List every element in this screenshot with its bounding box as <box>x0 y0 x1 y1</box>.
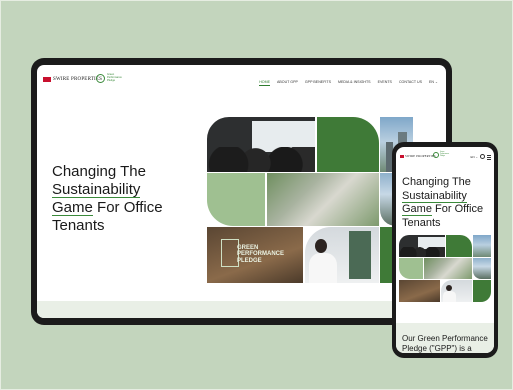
headline-line: Changing The <box>52 163 146 180</box>
swire-logo-icon <box>400 154 404 158</box>
nav-menu: HOME ABOUT GPP GPP BENEFITS MEDIA & INSI… <box>259 80 438 86</box>
hero-headline: Changing The Sustainability Game For Off… <box>52 163 192 235</box>
gpp-leaf-icon <box>96 74 105 83</box>
language-selector[interactable]: EN ⌄ <box>470 155 478 159</box>
nav-events[interactable]: EVENTS <box>378 80 392 84</box>
footer-band <box>37 301 446 318</box>
pledge-sign-photo: GREEN PERFORMANCE PLEDGE <box>207 227 303 283</box>
tablet-screen: SWIRE PROPERTIES Green Performance Pledg… <box>37 65 446 318</box>
nav-home[interactable]: HOME <box>259 80 270 86</box>
gpp-logo[interactable]: Green Performance Pledge <box>96 74 122 83</box>
tower-photo <box>473 258 491 279</box>
nav-gpp-benefits[interactable]: GPP BENEFITS <box>305 80 331 84</box>
hero-headline: Changing The Sustainability Game For Off… <box>402 176 492 230</box>
swire-logo[interactable]: SWIRE PROPERTIES <box>43 77 102 82</box>
language-selector[interactable]: EN ⌄ <box>429 80 438 84</box>
top-navigation: SWIRE PROPERTIES Green Performance Pledg… <box>37 65 446 95</box>
headline-line: Sustainability <box>402 189 467 203</box>
search-icon[interactable] <box>480 154 485 159</box>
hero-image-collage: GREEN PERFORMANCE PLEDGE <box>207 117 413 283</box>
gpp-leaf-icon <box>433 152 439 158</box>
phone-navigation: SWIRE PROPERTIES Green Performance Pledg… <box>396 147 494 161</box>
tablet-device: SWIRE PROPERTIES Green Performance Pledg… <box>31 58 452 325</box>
light-green-shape <box>207 173 265 226</box>
technician-photo <box>441 280 472 302</box>
headline-line: Sustainability <box>52 181 141 198</box>
conference-photo <box>399 235 445 257</box>
nav-contact-us[interactable]: CONTACT US <box>399 80 422 84</box>
green-shape <box>317 117 379 172</box>
gpp-logo-line: Pledge <box>107 78 116 82</box>
headline-line: For Office <box>92 199 163 216</box>
phone-screen: SWIRE PROPERTIES Green Performance Pledg… <box>396 147 494 353</box>
conference-photo <box>207 117 315 172</box>
swire-logo[interactable]: SWIRE PROPERTIES <box>400 154 436 158</box>
headline-line: Game <box>402 203 432 216</box>
gpp-logo[interactable]: Green Performance Pledge <box>433 152 449 158</box>
phone-device: SWIRE PROPERTIES Green Performance Pledg… <box>392 142 498 358</box>
technician-photo <box>305 227 379 283</box>
swire-logo-icon <box>43 77 51 82</box>
headline-line: Tenants <box>52 217 105 234</box>
nav-about-gpp[interactable]: ABOUT GPP <box>277 80 298 84</box>
headline-line: Tenants <box>402 216 441 229</box>
pledge-sign-photo <box>399 280 440 302</box>
intro-text: Our Green Performance Pledge ("GPP") is … <box>402 334 488 353</box>
company-name: SWIRE PROPERTIES <box>53 77 103 82</box>
gpp-logo-line: Pledge <box>440 155 445 157</box>
green-shape <box>473 280 491 302</box>
green-shape <box>446 235 472 257</box>
company-name: SWIRE PROPERTIES <box>405 154 436 158</box>
hamburger-menu-icon[interactable] <box>487 154 491 160</box>
skyline-photo <box>473 235 491 257</box>
hero-image-collage <box>399 235 491 302</box>
pledge-word: PERFORMANCE <box>237 251 285 258</box>
aerial-city-photo <box>267 173 379 226</box>
headline-line: Game <box>52 199 93 216</box>
headline-line: For Office <box>431 203 484 215</box>
headline-line: Changing The <box>402 176 471 188</box>
aerial-city-photo <box>424 258 472 279</box>
pledge-word: PLEDGE <box>237 257 262 264</box>
light-green-shape <box>399 258 423 279</box>
pledge-word: GREEN <box>237 245 259 251</box>
nav-media-insights[interactable]: MEDIA & INSIGHTS <box>338 80 371 84</box>
